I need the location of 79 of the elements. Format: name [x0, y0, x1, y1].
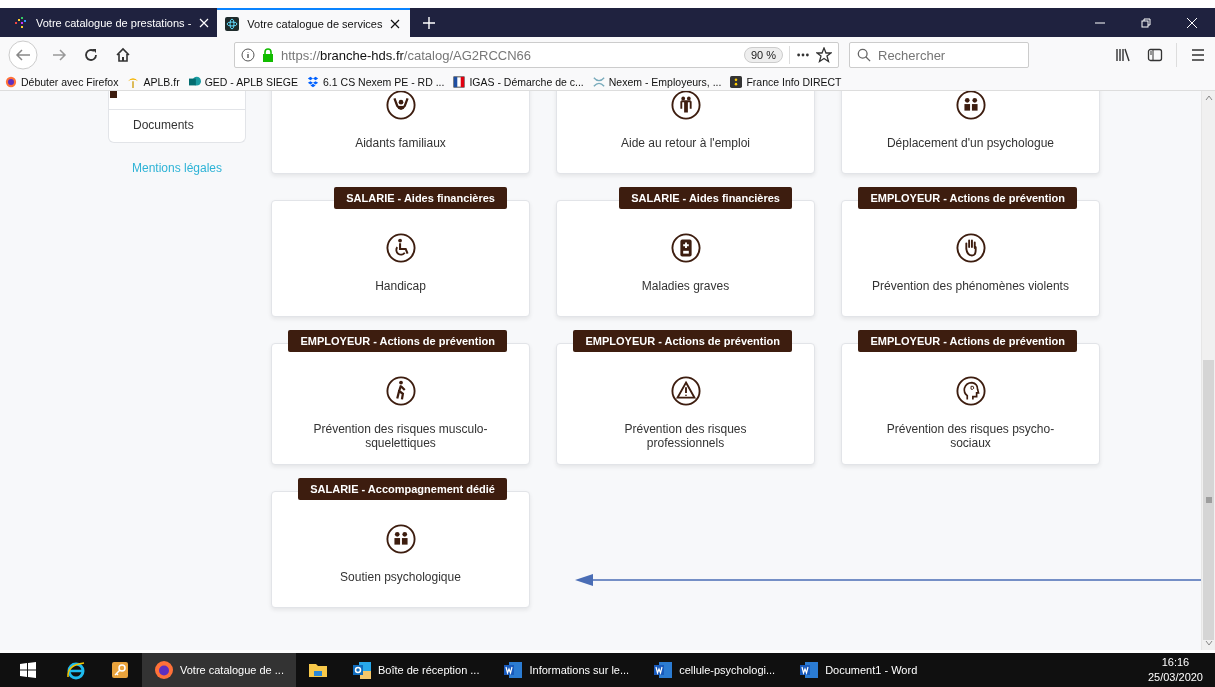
- ie-icon: [66, 660, 86, 680]
- hand-icon: [955, 233, 986, 263]
- browser-tab[interactable]: Votre catalogue de prestations -: [6, 8, 218, 37]
- bookmark[interactable]: IGAS - Démarche de c...: [453, 75, 584, 88]
- taskbar-item[interactable]: Informations sur le...: [491, 653, 642, 687]
- card-title: Aide au retour à l'emploi: [621, 136, 750, 150]
- sidebar-icon[interactable]: [1147, 47, 1163, 63]
- close-icon[interactable]: [390, 18, 401, 29]
- bookmark[interactable]: Nexem - Employeurs, ...: [592, 75, 722, 88]
- card-title: Déplacement d'un psychologue: [886, 136, 1055, 150]
- bookmark[interactable]: APLB.fr: [127, 75, 180, 88]
- windows-icon[interactable]: [20, 662, 36, 678]
- walker-icon: [385, 376, 416, 406]
- taskbar-item[interactable]: Votre catalogue de ...: [142, 653, 296, 687]
- restore-icon[interactable]: [1141, 17, 1151, 28]
- info-icon: [241, 48, 255, 62]
- home-icon[interactable]: [115, 47, 131, 63]
- word-icon: [799, 660, 820, 680]
- zoom-level[interactable]: 90 %: [743, 47, 783, 63]
- category-badge: EMPLOYEUR - Actions de prévention: [573, 330, 792, 352]
- scroll-up-icon[interactable]: [1203, 93, 1214, 103]
- url-text: https://branche-hds.fr/catalog/AG2RCCN66: [281, 47, 532, 63]
- card-title: Prévention des phénomènes violents: [872, 279, 1069, 293]
- search-field[interactable]: Rechercher: [849, 42, 1029, 68]
- bookmark[interactable]: 6.1 CS Nexem PE - RD ...: [307, 75, 445, 88]
- dropbox-icon: [307, 75, 320, 88]
- taskbar-item[interactable]: Boîte de réception ...: [339, 653, 492, 687]
- firefox-icon: [5, 75, 17, 88]
- star-icon[interactable]: [816, 47, 832, 63]
- service-card[interactable]: Aide au retour à l'emploi: [556, 91, 815, 174]
- category-badge: SALARIE - Aides financières: [334, 187, 507, 209]
- hands-icon: [385, 91, 416, 120]
- head-icon: [955, 376, 986, 406]
- square-icon: [110, 91, 117, 98]
- forward-icon[interactable]: [51, 47, 67, 63]
- card-title: Prévention des risques professionnels: [623, 422, 748, 450]
- search-icon: [857, 48, 871, 62]
- category-badge: SALARIE - Aides financières: [619, 187, 792, 209]
- taskbar-item[interactable]: cellule-psychologi...: [641, 653, 788, 687]
- library-icon[interactable]: [1115, 47, 1131, 63]
- clock[interactable]: 16:16 25/03/2020: [1135, 653, 1215, 687]
- category-badge: EMPLOYEUR - Actions de prévention: [288, 330, 507, 352]
- word-icon: [503, 660, 524, 680]
- atom-icon: [225, 16, 240, 31]
- card-title: Prévention des risques musculo-squelettiques: [312, 422, 489, 450]
- browser-tab[interactable]: Votre catalogue de services: [217, 8, 411, 37]
- people-icon: [955, 91, 986, 120]
- scroll-thumb[interactable]: [1203, 360, 1214, 640]
- category-badge: EMPLOYEUR - Actions de prévention: [858, 330, 1077, 352]
- sidebar-item[interactable]: Documents: [109, 109, 245, 142]
- key-icon: [110, 660, 130, 680]
- word-icon: [653, 660, 674, 680]
- card-title: Aidants familiaux: [355, 136, 446, 150]
- people-icon: [385, 524, 416, 554]
- dots-icon: [14, 15, 28, 30]
- wheelchair-icon: [385, 233, 416, 263]
- lock-icon: [261, 48, 275, 62]
- new-tab-icon[interactable]: [422, 15, 437, 30]
- firefox-icon: [154, 660, 174, 680]
- card-title: Maladies graves: [641, 279, 730, 293]
- taskbar-item[interactable]: Document1 - Word: [787, 653, 930, 687]
- address-bar[interactable]: https://branche-hds.fr/catalog/AG2RCCN66 90 %: [234, 42, 839, 68]
- warning-icon: [670, 376, 701, 406]
- card-title: Handicap: [375, 279, 426, 293]
- card-title: Soutien psychologique: [340, 570, 461, 584]
- bookmark[interactable]: GED - APLB SIEGE: [188, 75, 299, 88]
- outlook-icon: [351, 660, 372, 680]
- category-badge: EMPLOYEUR - Actions de prévention: [858, 187, 1077, 209]
- reload-icon[interactable]: [83, 47, 99, 63]
- service-card[interactable]: Déplacement d'un psychologue: [841, 91, 1100, 174]
- bookmark[interactable]: France Info DIRECT: [730, 75, 842, 88]
- scroll-down-icon[interactable]: [1203, 638, 1214, 648]
- menu-icon[interactable]: [1190, 47, 1206, 63]
- category-badge: SALARIE - Accompagnement dédié: [298, 478, 507, 500]
- service-card[interactable]: Aidants familiaux: [271, 91, 530, 174]
- bookmark[interactable]: Débuter avec Firefox: [5, 75, 119, 88]
- card-title: Prévention des risques psycho-sociaux: [885, 422, 1056, 450]
- scrollbar[interactable]: [1201, 91, 1215, 650]
- hospital-icon: [670, 233, 701, 263]
